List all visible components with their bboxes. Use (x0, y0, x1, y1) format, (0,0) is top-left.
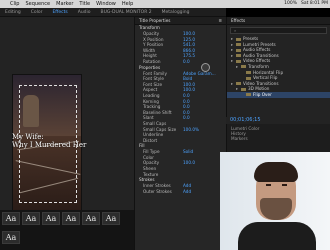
property-value[interactable]: Solid (183, 149, 193, 155)
battery-percent: 100% (284, 1, 298, 6)
title-styles: Aa Aa Aa Aa Aa Aa Aa (0, 210, 134, 250)
folder-icon (236, 59, 241, 63)
effects-tree-label: Presets (243, 36, 259, 41)
effects-tree-label: Audio Transitions (243, 52, 279, 58)
folder-icon (236, 37, 241, 41)
webcam-hair (254, 162, 298, 182)
effects-tree-label: Horizontal Flip (253, 69, 284, 75)
effects-tree-label: Transform (248, 63, 269, 69)
property-value[interactable]: 0.0 (183, 115, 190, 121)
folder-icon (236, 54, 241, 58)
right-panels: Lumetri Color History Markers (226, 124, 330, 152)
effects-tree-label: Video Effects (243, 58, 271, 64)
panel-tab-markers[interactable]: Markers (231, 136, 326, 141)
workspace-tab-audio[interactable]: Audio (73, 8, 96, 17)
folder-icon (246, 71, 251, 75)
property-label: Outer Strokes (143, 188, 172, 194)
workspace-tab-effects[interactable]: Effects (47, 8, 72, 17)
folder-icon (246, 76, 251, 80)
effects-panel-title: Effects (227, 17, 330, 25)
workspace-tab-color[interactable]: Color (26, 8, 48, 17)
panel-menu-icon[interactable]: ≡ (218, 17, 222, 24)
effects-tree-label: Vertical Flip (253, 75, 278, 81)
menubar-status: 100% Sat 8:01 PM (284, 0, 328, 8)
effects-tree-label: Video Transitions (243, 80, 279, 86)
webcam-eye (282, 184, 287, 186)
title-line-1: My Wife: (12, 133, 44, 141)
title-style-swatch[interactable]: Aa (82, 212, 100, 225)
effects-tree: ▸ Presets ▸ Lumetri Presets ▸ Audio Effects ▸ A… (227, 36, 330, 98)
title-text-object[interactable]: My Wife: Why I Murdered Her (12, 133, 92, 149)
effects-tree-label: 3D Motion (248, 86, 270, 92)
workspace-tab-editing[interactable]: Editing (0, 8, 26, 17)
property-value[interactable]: 0.0 (183, 59, 190, 65)
property-value[interactable]: 100.0 (183, 160, 195, 166)
workspace-tab-dual-monitor[interactable]: BUG-DUAL MONITOR 2 (96, 8, 157, 17)
workspace-bar: Editing Color Effects Audio BUG-DUAL MON… (0, 8, 226, 17)
effects-tree-label: Lumetri Presets (243, 41, 276, 47)
title-properties-header: Title Properties ≡ (135, 17, 226, 25)
webcam-eye (266, 184, 271, 186)
title-style-swatch[interactable]: Aa (62, 212, 80, 225)
title-style-swatch[interactable]: Aa (2, 212, 20, 225)
effects-tree-item[interactable]: Flip Over (227, 91, 330, 98)
clock: Sat 8:01 PM (301, 1, 328, 6)
title-style-swatch[interactable]: Aa (22, 212, 40, 225)
title-line-2: Why I Murdered Her (12, 141, 87, 149)
effects-search-input[interactable]: ⌕ (230, 27, 327, 34)
title-style-swatch[interactable]: Aa (42, 212, 60, 225)
property-label: Rotation (143, 58, 161, 64)
sequence-timecode: 00;01;06;15 (226, 117, 266, 124)
folder-icon (236, 48, 241, 52)
title-properties-body: Transform Opacity 100.0 X Position 125.0 Y Po… (135, 25, 226, 194)
folder-icon (241, 87, 246, 91)
folder-icon (241, 65, 246, 69)
effects-tree-label: Audio Effects (243, 47, 271, 53)
workspace-tab-metalogging[interactable]: Metalogging (157, 8, 195, 17)
property-row[interactable]: Outer Strokes Add (135, 189, 226, 195)
folder-icon (236, 82, 241, 86)
title-style-swatch[interactable]: Aa (102, 212, 120, 225)
title-properties-panel: Title Properties ≡ Transform Opacity 100.0… (134, 17, 226, 250)
rotation-dial[interactable] (201, 63, 210, 72)
title-style-swatch[interactable]: Aa (2, 231, 20, 244)
effects-tree-label: Flip Over (253, 91, 272, 97)
program-monitor: My Wife: Why I Murdered Her (0, 17, 134, 222)
property-value[interactable]: 100.0% (183, 127, 199, 133)
title-properties-title: Title Properties (139, 18, 171, 23)
folder-icon (236, 43, 241, 47)
effects-panel: Effects ⌕ ▸ Presets ▸ Lumetri Presets ▸ Audio… (226, 17, 330, 124)
webcam-shirt (238, 222, 316, 250)
webcam-overlay (220, 152, 330, 250)
property-value[interactable]: Add (183, 189, 191, 195)
folder-icon (246, 93, 251, 97)
property-label: Distort (143, 137, 158, 143)
